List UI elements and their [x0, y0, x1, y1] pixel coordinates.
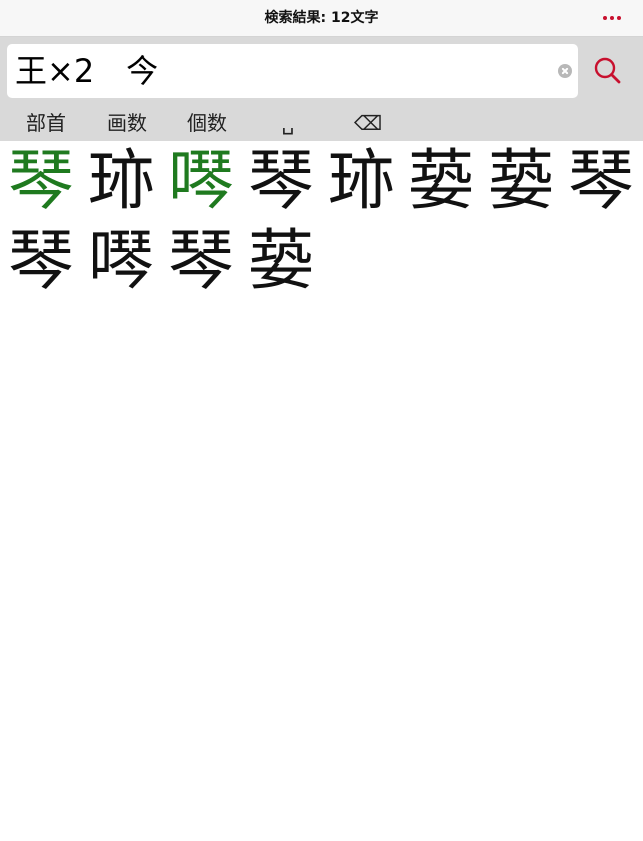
result-character[interactable]: 𤥂 — [81, 141, 161, 221]
result-character[interactable]: 噖 — [161, 141, 241, 221]
result-character[interactable]: 琴 — [1, 221, 81, 301]
search-button[interactable] — [586, 51, 630, 91]
results-grid: 琴 𤥂 噖 琴 𤥂 蒆 蒆 琴 琴 噖 琴 蒆 — [0, 141, 643, 841]
result-character[interactable]: 蒆 — [241, 221, 321, 301]
radical-key[interactable]: 部首 — [16, 105, 76, 141]
page-title: 検索結果: 12文字 — [264, 10, 379, 26]
search-input[interactable]: 王×2 今 — [7, 44, 578, 98]
strokes-key[interactable]: 画数 — [97, 105, 157, 141]
result-character[interactable]: 琴 — [161, 221, 241, 301]
result-character[interactable]: 琴 — [241, 141, 321, 221]
result-character[interactable]: 蒆 — [401, 141, 481, 221]
search-bar: 王×2 今 — [0, 37, 643, 105]
result-character[interactable]: 噖 — [81, 221, 161, 301]
result-character[interactable]: 𤥂 — [321, 141, 401, 221]
count-key[interactable]: 個数 — [177, 105, 237, 141]
backspace-key[interactable]: ⌫ — [348, 105, 388, 141]
result-character[interactable]: 琴 — [561, 141, 641, 221]
navigation-bar: 検索結果: 12文字 — [0, 0, 643, 37]
clear-icon[interactable] — [558, 64, 572, 78]
search-icon — [594, 57, 621, 84]
search-query-text: 王×2 今 — [15, 52, 159, 90]
space-key[interactable]: ␣ — [268, 105, 308, 141]
result-character[interactable]: 蒆 — [481, 141, 561, 221]
more-horizontal-icon[interactable] — [603, 12, 621, 24]
input-key-row: 部首 画数 個数 ␣ ⌫ — [0, 105, 643, 141]
result-character[interactable]: 琴 — [1, 141, 81, 221]
